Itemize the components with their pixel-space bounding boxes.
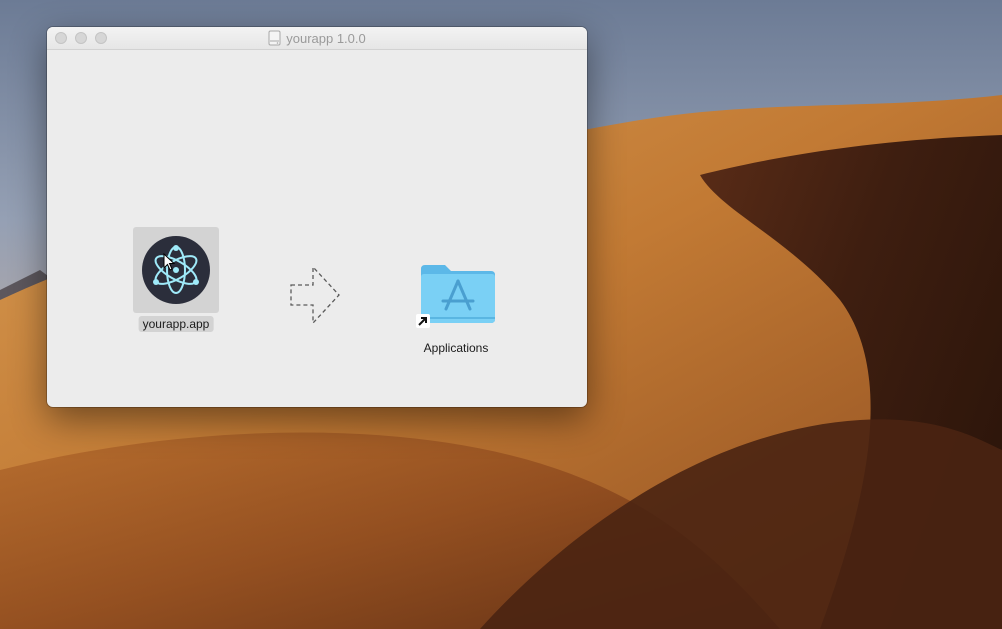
window-title-group: yourapp 1.0.0: [47, 27, 587, 49]
desktop: yourapp 1.0.0 yourapp.app Applications: [0, 0, 1002, 629]
applications-label[interactable]: Applications: [424, 341, 489, 355]
dashed-right-arrow-icon: [290, 265, 340, 325]
electron-atom-icon[interactable]: [142, 236, 210, 304]
installer-window: yourapp 1.0.0 yourapp.app Applications: [47, 27, 587, 407]
app-label[interactable]: yourapp.app: [138, 316, 214, 332]
applications-folder-icon[interactable]: [419, 261, 497, 325]
alias-arrow-icon: [416, 314, 430, 328]
app-selection-highlight[interactable]: [133, 227, 219, 313]
disk-image-icon: [268, 30, 281, 46]
mouse-cursor-icon: [163, 253, 175, 271]
title-bar[interactable]: yourapp 1.0.0: [47, 27, 587, 50]
window-title: yourapp 1.0.0: [286, 30, 366, 46]
installer-content: yourapp.app Applications: [47, 50, 587, 407]
